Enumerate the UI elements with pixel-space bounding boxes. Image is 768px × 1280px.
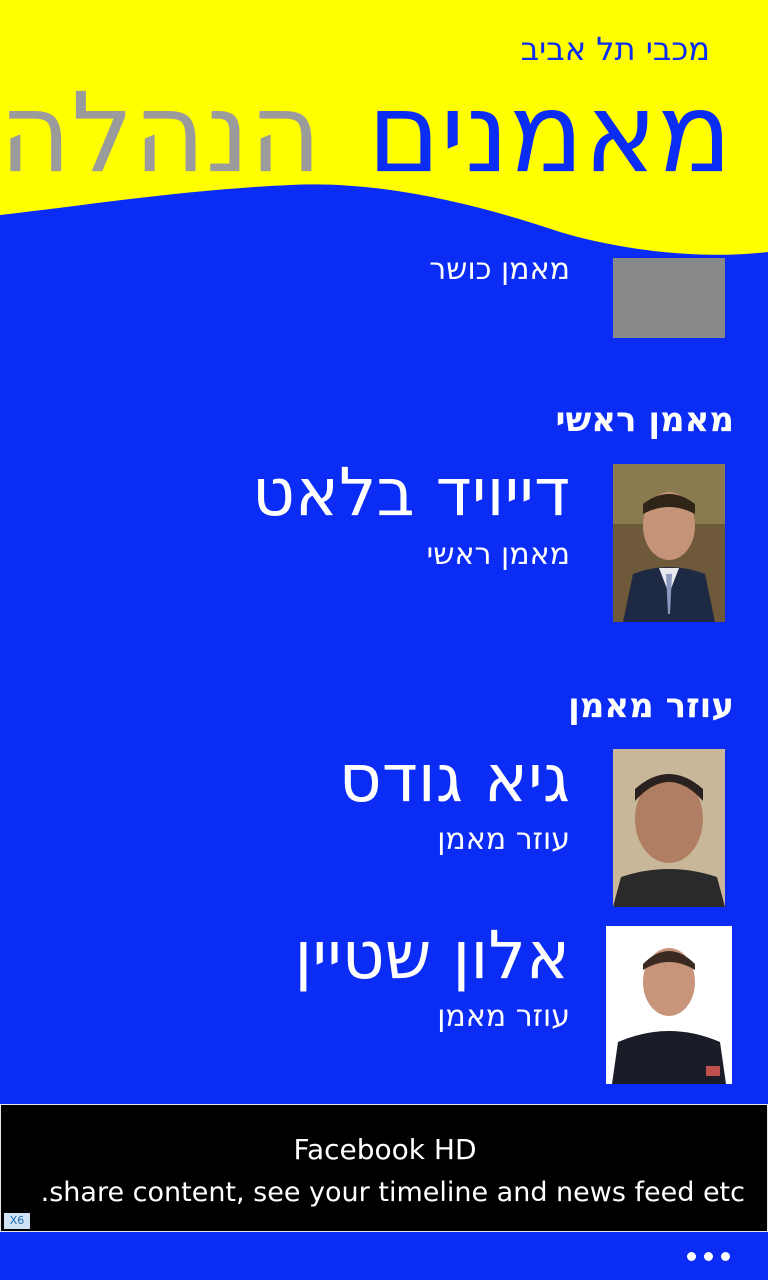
role-label: עוזר מאמן bbox=[437, 999, 570, 1034]
role-label: מאמן כושר bbox=[429, 252, 570, 287]
pivot-item-management[interactable]: הנהלה bbox=[0, 78, 321, 188]
role-label: עוזר מאמן bbox=[437, 822, 570, 857]
group-header-head-coach: מאמן ראשי bbox=[555, 400, 734, 440]
ad-description: .share content, see your timeline and ne… bbox=[40, 1177, 745, 1208]
placeholder-photo bbox=[613, 258, 725, 338]
pivot-item-coaches[interactable]: מאמנים bbox=[367, 78, 732, 188]
dot bbox=[721, 1252, 730, 1261]
coach-photo bbox=[613, 464, 725, 622]
coach-name: גיא גודס bbox=[338, 740, 570, 817]
ad-title: Facebook HD bbox=[293, 1133, 477, 1166]
app-bar bbox=[0, 1232, 768, 1280]
ad-banner[interactable]: Facebook HD .share content, see your tim… bbox=[0, 1104, 768, 1232]
ellipsis-icon[interactable] bbox=[687, 1252, 730, 1261]
coach-photo bbox=[606, 926, 732, 1084]
coach-photo bbox=[613, 749, 725, 907]
role-label: מאמן ראשי bbox=[426, 537, 570, 572]
app-header: מכבי תל אביב מאמנים הנהלה bbox=[0, 0, 768, 260]
group-header-assistant-coach: עוזר מאמן bbox=[568, 686, 734, 726]
coach-name: אלון שטיין bbox=[294, 917, 570, 994]
ad-badge: X6 bbox=[4, 1213, 30, 1229]
pivot-header: מאמנים הנהלה bbox=[0, 78, 732, 188]
app-title: מכבי תל אביב bbox=[520, 30, 710, 68]
dot bbox=[687, 1252, 696, 1261]
coach-name: דייויד בלאט bbox=[252, 454, 570, 531]
dot bbox=[704, 1252, 713, 1261]
